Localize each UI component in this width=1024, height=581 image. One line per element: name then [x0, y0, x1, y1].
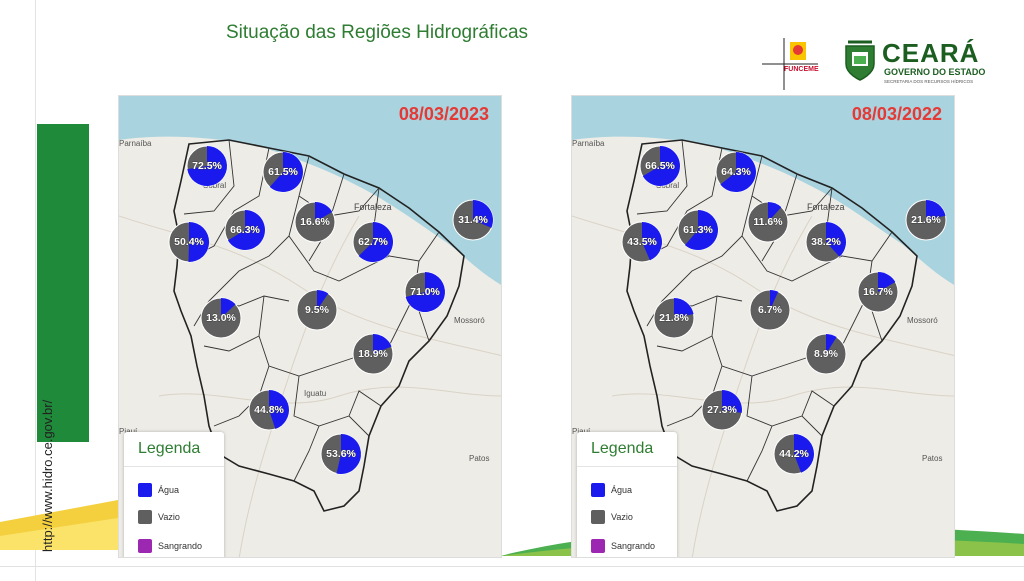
- pie-percent-label: 27.3%: [707, 404, 737, 416]
- pie-percent-label: 13.0%: [206, 312, 236, 324]
- pie-marker[interactable]: 43.5%: [621, 221, 663, 263]
- legend-box: Legenda Água Vazio Sangrando: [577, 432, 677, 557]
- pie-percent-label: 21.8%: [659, 312, 689, 324]
- place-parnaiba: Parnaíba: [119, 139, 152, 148]
- pie-percent-label: 8.9%: [814, 348, 839, 360]
- map-date: 08/03/2023: [398, 104, 489, 124]
- legend-label-sangrando: Sangrando: [611, 541, 656, 551]
- place-fortaleza: Fortaleza: [807, 202, 845, 212]
- legend-swatch-sangrando: [591, 539, 605, 553]
- map-date: 08/03/2022: [851, 104, 942, 124]
- pie-marker[interactable]: 27.3%: [701, 389, 743, 431]
- pie-percent-label: 44.8%: [254, 404, 284, 416]
- legend-swatch-sangrando: [138, 539, 152, 553]
- pie-marker[interactable]: 72.5%: [186, 145, 228, 187]
- pie-percent-label: 9.5%: [305, 304, 330, 316]
- legend-swatch-vazio: [138, 510, 152, 524]
- pie-percent-label: 61.5%: [268, 166, 298, 178]
- pie-marker[interactable]: 31.4%: [452, 199, 494, 241]
- pie-percent-label: 53.6%: [326, 448, 356, 460]
- pie-percent-label: 31.4%: [458, 214, 488, 226]
- pie-percent-label: 44.2%: [779, 448, 809, 460]
- pie-marker[interactable]: 11.6%: [747, 201, 789, 243]
- pie-percent-label: 11.6%: [753, 216, 783, 228]
- pie-percent-label: 16.7%: [863, 286, 893, 298]
- pie-marker[interactable]: 50.4%: [168, 221, 210, 263]
- legend-label-vazio: Vazio: [611, 512, 633, 522]
- place-parnaiba: Parnaíba: [572, 139, 605, 148]
- pie-percent-label: 61.3%: [683, 224, 713, 236]
- pie-percent-label: 50.4%: [174, 236, 204, 248]
- pie-marker[interactable]: 21.8%: [653, 297, 695, 339]
- pie-marker[interactable]: 61.3%: [677, 209, 719, 251]
- pie-marker[interactable]: 8.9%: [805, 333, 847, 375]
- legend-label-agua: Água: [158, 485, 180, 495]
- place-patos: Patos: [469, 454, 489, 463]
- pie-percent-label: 64.3%: [721, 166, 751, 178]
- legend-swatch-vazio: [591, 510, 605, 524]
- legend-divider: [577, 466, 677, 467]
- pie-marker[interactable]: 44.8%: [248, 389, 290, 431]
- place-iguatu: Iguatu: [304, 389, 326, 398]
- pie-percent-label: 38.2%: [811, 236, 841, 248]
- map-panel-2023[interactable]: Parnaíba Sobral Fortaleza Mossoró Iguatu…: [118, 95, 502, 558]
- pie-percent-label: 66.3%: [230, 224, 260, 236]
- pie-marker[interactable]: 13.0%: [200, 297, 242, 339]
- pie-marker[interactable]: 66.5%: [639, 145, 681, 187]
- pie-marker[interactable]: 64.3%: [715, 151, 757, 193]
- hidro-website-link[interactable]: http://www.hidro.ce.gov.br/: [40, 400, 55, 552]
- pie-percent-label: 43.5%: [627, 236, 657, 248]
- pie-percent-label: 71.0%: [410, 286, 440, 298]
- ceara-secretariat: SECRETARIA DOS RECURSOS HÍDRICOS: [884, 79, 974, 84]
- legend-label-agua: Água: [611, 485, 633, 495]
- ceara-subtitle: GOVERNO DO ESTADO: [884, 67, 986, 77]
- pie-marker[interactable]: 62.7%: [352, 221, 394, 263]
- pie-percent-label: 62.7%: [358, 236, 388, 248]
- legend-swatch-agua: [591, 483, 605, 497]
- pie-percent-label: 16.6%: [300, 216, 330, 228]
- yellow-wedge-decoration: [0, 500, 118, 550]
- funceme-label: FUNCEME: [784, 66, 819, 73]
- slide-title: Situação das Regiões Hidrográficas: [226, 22, 529, 43]
- place-mossoro: Mossoró: [907, 316, 938, 325]
- pie-marker[interactable]: 71.0%: [404, 271, 446, 313]
- left-margin-rule: [35, 0, 36, 581]
- place-patos: Patos: [922, 454, 942, 463]
- bottom-rule: [0, 566, 1024, 567]
- place-mossoro: Mossoró: [454, 316, 485, 325]
- pie-marker[interactable]: 44.2%: [773, 433, 815, 475]
- pie-percent-label: 6.7%: [758, 304, 783, 316]
- legend-title: Legenda: [138, 440, 201, 457]
- pie-marker[interactable]: 16.6%: [294, 201, 336, 243]
- pie-marker[interactable]: 9.5%: [296, 289, 338, 331]
- green-side-bar: [37, 124, 89, 442]
- pie-percent-label: 21.6%: [911, 214, 941, 226]
- legend-title: Legenda: [591, 440, 654, 457]
- logos-area: FUNCEME CEARÁ GOVERNO DO ESTADO SECRETAR…: [760, 36, 1000, 92]
- legend-label-vazio: Vazio: [158, 512, 180, 522]
- ceara-wordmark: CEARÁ: [882, 38, 980, 68]
- pie-marker[interactable]: 53.6%: [320, 433, 362, 475]
- pie-marker[interactable]: 6.7%: [749, 289, 791, 331]
- legend-swatch-agua: [138, 483, 152, 497]
- pie-percent-label: 18.9%: [358, 348, 388, 360]
- pie-marker[interactable]: 61.5%: [262, 151, 304, 193]
- pie-marker[interactable]: 18.9%: [352, 333, 394, 375]
- pie-marker[interactable]: 21.6%: [905, 199, 947, 241]
- funceme-logo: [762, 38, 818, 90]
- pie-percent-label: 72.5%: [192, 160, 222, 172]
- pie-marker[interactable]: 66.3%: [224, 209, 266, 251]
- map-panel-2022[interactable]: Parnaíba Sobral Fortaleza Mossoró Piauí …: [571, 95, 955, 558]
- ceara-crest-icon: [845, 40, 875, 81]
- legend-box: Legenda Água Vazio Sangrando: [124, 432, 224, 557]
- pie-marker[interactable]: 38.2%: [805, 221, 847, 263]
- pie-marker[interactable]: 16.7%: [857, 271, 899, 313]
- legend-divider: [124, 466, 224, 467]
- place-fortaleza: Fortaleza: [354, 202, 392, 212]
- legend-label-sangrando: Sangrando: [158, 541, 203, 551]
- pie-percent-label: 66.5%: [645, 160, 675, 172]
